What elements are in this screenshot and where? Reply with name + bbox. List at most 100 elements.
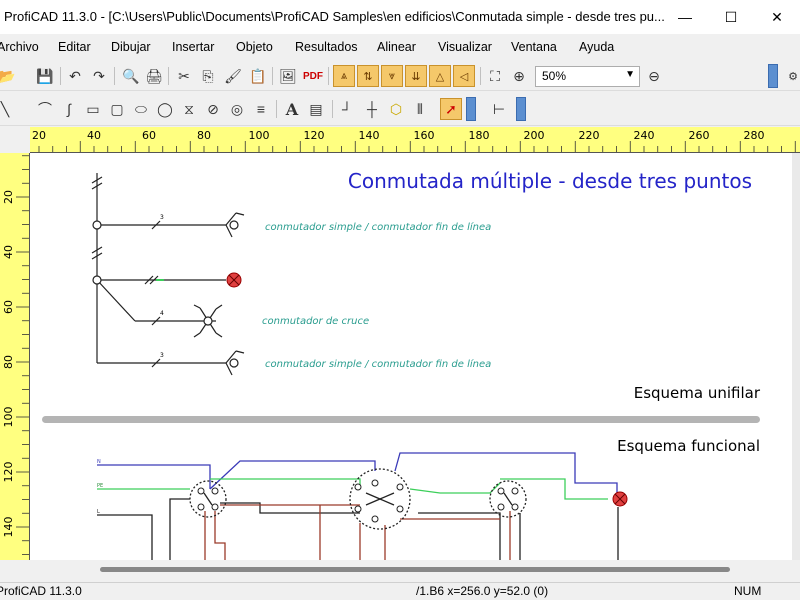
format-painter-icon[interactable]: 🖌 <box>222 65 244 87</box>
ruler-h-label: 260 <box>689 129 710 142</box>
zoom-value: 50% <box>542 69 567 83</box>
align-right-icon[interactable]: ◁ <box>453 65 475 87</box>
rectangle-tool-icon[interactable]: ▭ <box>82 98 104 120</box>
drawing-title: Conmutada múltiple - desde tres puntos <box>348 169 752 193</box>
ruler-h-label: 160 <box>414 129 435 142</box>
save-icon[interactable]: 💾 <box>34 65 56 87</box>
pdf-export-button[interactable]: PDF <box>302 65 324 87</box>
menu-ventana[interactable]: Ventana <box>511 40 557 54</box>
menu-ayuda[interactable]: Ayuda <box>579 40 614 54</box>
draw-toolbar-handle-2[interactable] <box>516 97 526 121</box>
unifilar-diagram <box>91 173 245 376</box>
ruler-h-label: 240 <box>634 129 655 142</box>
settings-icon[interactable]: ⚙ <box>782 65 800 87</box>
print-preview-icon[interactable]: 🔍 <box>120 65 142 87</box>
ruler-h-label: 60 <box>142 129 156 142</box>
ruler-v-label: 120 <box>2 462 15 483</box>
menu-resultados[interactable]: Resultados <box>295 40 358 54</box>
align-middle-icon[interactable]: ⇅ <box>357 65 379 87</box>
horizontal-scroll-thumb[interactable] <box>100 567 730 572</box>
eye-tool-icon[interactable]: ◎ <box>226 98 248 120</box>
ruler-h-label: 120 <box>304 129 325 142</box>
bus-tool-icon[interactable]: ⫴ <box>409 98 431 120</box>
close-button[interactable]: ✕ <box>754 0 800 34</box>
title-bar: ProfiCAD 11.3.0 - [C:\Users\Public\Docum… <box>0 0 800 34</box>
zoom-select[interactable]: 50% ▼ <box>535 66 640 87</box>
table-tool-icon[interactable]: ▤ <box>305 98 327 120</box>
align-bottom-icon[interactable]: ⩔ <box>381 65 403 87</box>
wire-tool-icon[interactable]: ┘ <box>336 98 358 120</box>
open-icon[interactable]: 📂 <box>0 65 18 87</box>
menu-dibujar[interactable]: Dibujar <box>111 40 151 54</box>
line-tool-icon[interactable]: ╲ <box>0 98 16 120</box>
zoom-fit-icon[interactable]: ⛶ <box>484 65 506 87</box>
label-esquema-funcional: Esquema funcional <box>617 437 760 455</box>
schematic-drawing: Conmutada múltiple - desde tres puntos 3… <box>42 169 761 560</box>
export-image-icon[interactable]: 🖼 <box>277 65 299 87</box>
ruler-v-label: 40 <box>2 245 15 259</box>
ruler-corner <box>0 127 30 153</box>
align-left-icon[interactable]: ⇊ <box>405 65 427 87</box>
rounded-rect-tool-icon[interactable]: ▢ <box>106 98 128 120</box>
no-symbol-tool-icon[interactable]: ⊘ <box>202 98 224 120</box>
select-pointer-icon[interactable]: ➚ <box>440 98 462 120</box>
note-cross-switch: conmutador de cruce <box>262 316 369 327</box>
status-app-name: ProfiCAD 11.3.0 <box>0 584 82 598</box>
wire-count-3b: 3 <box>160 352 164 359</box>
wire-label-pe: PE <box>97 483 103 489</box>
maximize-button[interactable]: ☐ <box>708 0 754 34</box>
ellipse-tool-icon[interactable]: ⬭ <box>130 98 152 120</box>
dimension-tool-icon[interactable]: ⊢ <box>488 98 510 120</box>
ruler-h-label: 180 <box>469 129 490 142</box>
draw-toolbar-handle-1[interactable] <box>466 97 476 121</box>
undo-icon[interactable]: ↶ <box>64 65 86 87</box>
minimize-button[interactable]: — <box>662 0 708 34</box>
ruler-v-label: 80 <box>2 355 15 369</box>
menu-visualizar[interactable]: Visualizar <box>438 40 492 54</box>
arc-tool-icon[interactable]: ⌒ <box>34 98 56 120</box>
align-center-icon[interactable]: △ <box>429 65 451 87</box>
cut-icon[interactable]: ✂ <box>173 65 195 87</box>
status-num-lock: NUM <box>734 584 762 598</box>
note-simple-switch-2: conmutador simple / conmutador fin de lí… <box>265 358 491 370</box>
circle-tool-icon[interactable]: ◯ <box>154 98 176 120</box>
status-bar: ProfiCAD 11.3.0 /1.B6 x=256.0 y=52.0 (0)… <box>0 582 800 600</box>
junction-tool-icon[interactable]: ┼ <box>361 98 383 120</box>
menu-objeto[interactable]: Objeto <box>236 40 273 54</box>
ruler-h-label: 200 <box>524 129 545 142</box>
ruler-h-label: 280 <box>744 129 765 142</box>
copy-icon[interactable]: ⎘ <box>197 65 219 87</box>
status-coordinates: /1.B6 x=256.0 y=52.0 (0) <box>416 584 549 598</box>
menu-archivo[interactable]: Archivo <box>0 40 39 54</box>
menu-alinear[interactable]: Alinear <box>377 40 416 54</box>
wire-count-4: 4 <box>160 310 164 317</box>
bezier-tool-icon[interactable]: ∫ <box>58 98 80 120</box>
tag-tool-icon[interactable]: ⬡ <box>385 98 407 120</box>
menu-editar[interactable]: Editar <box>58 40 91 54</box>
text-tool-button[interactable]: A <box>281 98 303 120</box>
ruler-v-label: 60 <box>2 300 15 314</box>
align-top-icon[interactable]: ⩓ <box>333 65 355 87</box>
toolbar-overflow-handle[interactable] <box>768 64 778 88</box>
print-icon[interactable]: 🖨 <box>143 65 165 87</box>
vertical-scrollbar[interactable] <box>792 153 800 560</box>
note-simple-switch-1: conmutador simple / conmutador fin de lí… <box>265 221 491 233</box>
main-toolbar: 📂 💾 ↶ ↷ 🔍 🖨 ✂ ⎘ 🖌 📋 🖼 PDF ⩓ ⇅ ⩔ ⇊ △ ◁ ⛶ … <box>0 61 800 91</box>
ruler-v-label: 140 <box>2 517 15 538</box>
ruler-h-label: 140 <box>359 129 380 142</box>
section-divider <box>42 416 760 423</box>
zoom-out-icon[interactable]: ⊖ <box>643 65 665 87</box>
ruler-h-label: 80 <box>197 129 211 142</box>
paste-icon[interactable]: 📋 <box>247 65 269 87</box>
lamp-icon-funcional <box>612 491 628 507</box>
chevron-down-icon: ▼ <box>625 69 635 80</box>
vertical-ruler-svg: 20 40 60 80 100 120 140 <box>2 155 29 555</box>
horizontal-ruler: 20 40 60 80 100 120 140 160 180 200 220 240 260 280 <box>30 127 800 153</box>
zoom-in-icon[interactable]: ⊕ <box>508 65 530 87</box>
drawing-canvas[interactable]: Conmutada múltiple - desde tres puntos 3… <box>30 153 792 560</box>
menu-insertar[interactable]: Insertar <box>172 40 214 54</box>
lamp-icon <box>226 272 242 288</box>
hourglass-tool-icon[interactable]: ⧖ <box>178 98 200 120</box>
hatch-tool-icon[interactable]: ≡ <box>250 98 272 120</box>
redo-icon[interactable]: ↷ <box>88 65 110 87</box>
